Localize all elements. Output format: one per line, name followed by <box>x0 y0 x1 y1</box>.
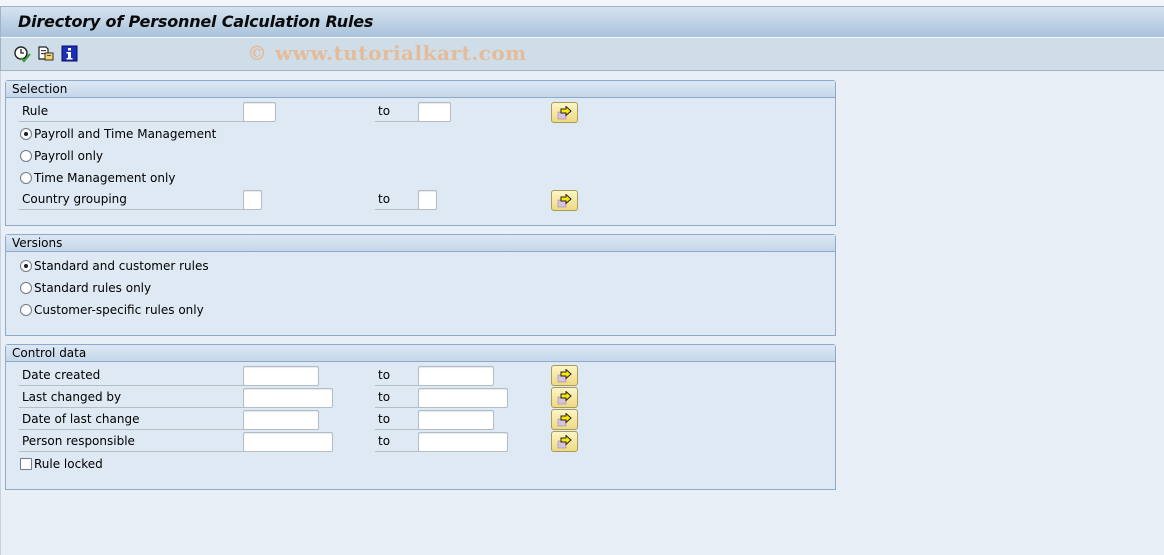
selection-group-header: Selection <box>6 81 835 98</box>
rule-locked-checkbox-row[interactable]: Rule locked <box>20 454 103 474</box>
last-changed-by-label: Last changed by <box>19 388 245 408</box>
date-created-multiple-selection-button[interactable] <box>551 365 578 386</box>
radio-label: Standard and customer rules <box>34 259 209 273</box>
get-variant-icon[interactable] <box>37 45 55 63</box>
radio-button[interactable] <box>20 128 32 140</box>
date-created-to-label: to <box>375 366 419 386</box>
last-changed-by-to-label: to <box>375 388 419 408</box>
date-created-from-input[interactable] <box>243 366 319 386</box>
person-responsible-multiple-selection-button[interactable] <box>551 431 578 452</box>
radio-label: Time Management only <box>34 171 176 185</box>
multiple-selection-arrow-icon <box>557 435 572 449</box>
selection-group: Selection Rule to Payroll and Time Manag… <box>5 80 836 226</box>
control-data-group: Control data Date created to Last change… <box>5 344 836 490</box>
rule-to-input[interactable] <box>418 102 451 122</box>
checkbox-label: Rule locked <box>34 457 103 471</box>
radio-payroll-and-time[interactable]: Payroll and Time Management <box>20 124 216 144</box>
radio-customer-specific-only[interactable]: Customer-specific rules only <box>20 300 204 320</box>
multiple-selection-arrow-icon <box>557 413 572 427</box>
multiple-selection-arrow-icon <box>557 106 572 120</box>
last-changed-by-to-input[interactable] <box>418 388 508 408</box>
country-grouping-from-input[interactable] <box>243 190 262 210</box>
window-top-strip <box>0 0 1164 7</box>
date-of-last-change-label: Date of last change <box>19 410 245 430</box>
multiple-selection-arrow-icon <box>557 391 572 405</box>
country-grouping-to-input[interactable] <box>418 190 437 210</box>
person-responsible-label: Person responsible <box>19 432 245 452</box>
rule-from-input[interactable] <box>243 102 276 122</box>
last-changed-by-multiple-selection-button[interactable] <box>551 387 578 408</box>
title-bar: Directory of Personnel Calculation Rules <box>0 7 1164 38</box>
date-created-to-input[interactable] <box>418 366 494 386</box>
last-changed-by-from-input[interactable] <box>243 388 333 408</box>
execute-clock-icon[interactable] <box>13 45 31 63</box>
rule-multiple-selection-button[interactable] <box>551 102 578 123</box>
radio-button[interactable] <box>20 304 32 316</box>
application-toolbar: © www.tutorialkart.com <box>0 38 1164 71</box>
rule-to-label: to <box>375 102 419 122</box>
date-of-last-change-to-input[interactable] <box>418 410 494 430</box>
multiple-selection-arrow-icon <box>557 369 572 383</box>
radio-label: Payroll only <box>34 149 104 163</box>
country-grouping-multiple-selection-button[interactable] <box>551 190 578 211</box>
date-created-label: Date created <box>19 366 245 386</box>
left-border <box>0 71 1 555</box>
radio-standard-only[interactable]: Standard rules only <box>20 278 151 298</box>
person-responsible-from-input[interactable] <box>243 432 333 452</box>
rule-label: Rule <box>19 102 245 122</box>
multiple-selection-arrow-icon <box>557 194 572 208</box>
watermark-text: © www.tutorialkart.com <box>247 41 527 65</box>
radio-label: Standard rules only <box>34 281 152 295</box>
radio-standard-and-customer[interactable]: Standard and customer rules <box>20 256 209 276</box>
country-grouping-label: Country grouping <box>19 190 245 210</box>
country-grouping-to-label: to <box>375 190 419 210</box>
radio-button[interactable] <box>20 172 32 184</box>
date-of-last-change-multiple-selection-button[interactable] <box>551 409 578 430</box>
radio-button[interactable] <box>20 150 32 162</box>
radio-button[interactable] <box>20 282 32 294</box>
rule-locked-checkbox[interactable] <box>20 458 32 470</box>
radio-time-management-only[interactable]: Time Management only <box>20 168 175 188</box>
date-of-last-change-to-label: to <box>375 410 419 430</box>
info-icon[interactable] <box>61 45 79 63</box>
person-responsible-to-label: to <box>375 432 419 452</box>
versions-group-header: Versions <box>6 235 835 252</box>
date-of-last-change-from-input[interactable] <box>243 410 319 430</box>
control-data-group-header: Control data <box>6 345 835 362</box>
radio-label: Payroll and Time Management <box>34 127 217 141</box>
radio-label: Customer-specific rules only <box>34 303 204 317</box>
radio-button[interactable] <box>20 260 32 272</box>
radio-payroll-only[interactable]: Payroll only <box>20 146 103 166</box>
person-responsible-to-input[interactable] <box>418 432 508 452</box>
page-title: Directory of Personnel Calculation Rules <box>18 12 374 31</box>
versions-group: Versions Standard and customer rules Sta… <box>5 234 836 336</box>
